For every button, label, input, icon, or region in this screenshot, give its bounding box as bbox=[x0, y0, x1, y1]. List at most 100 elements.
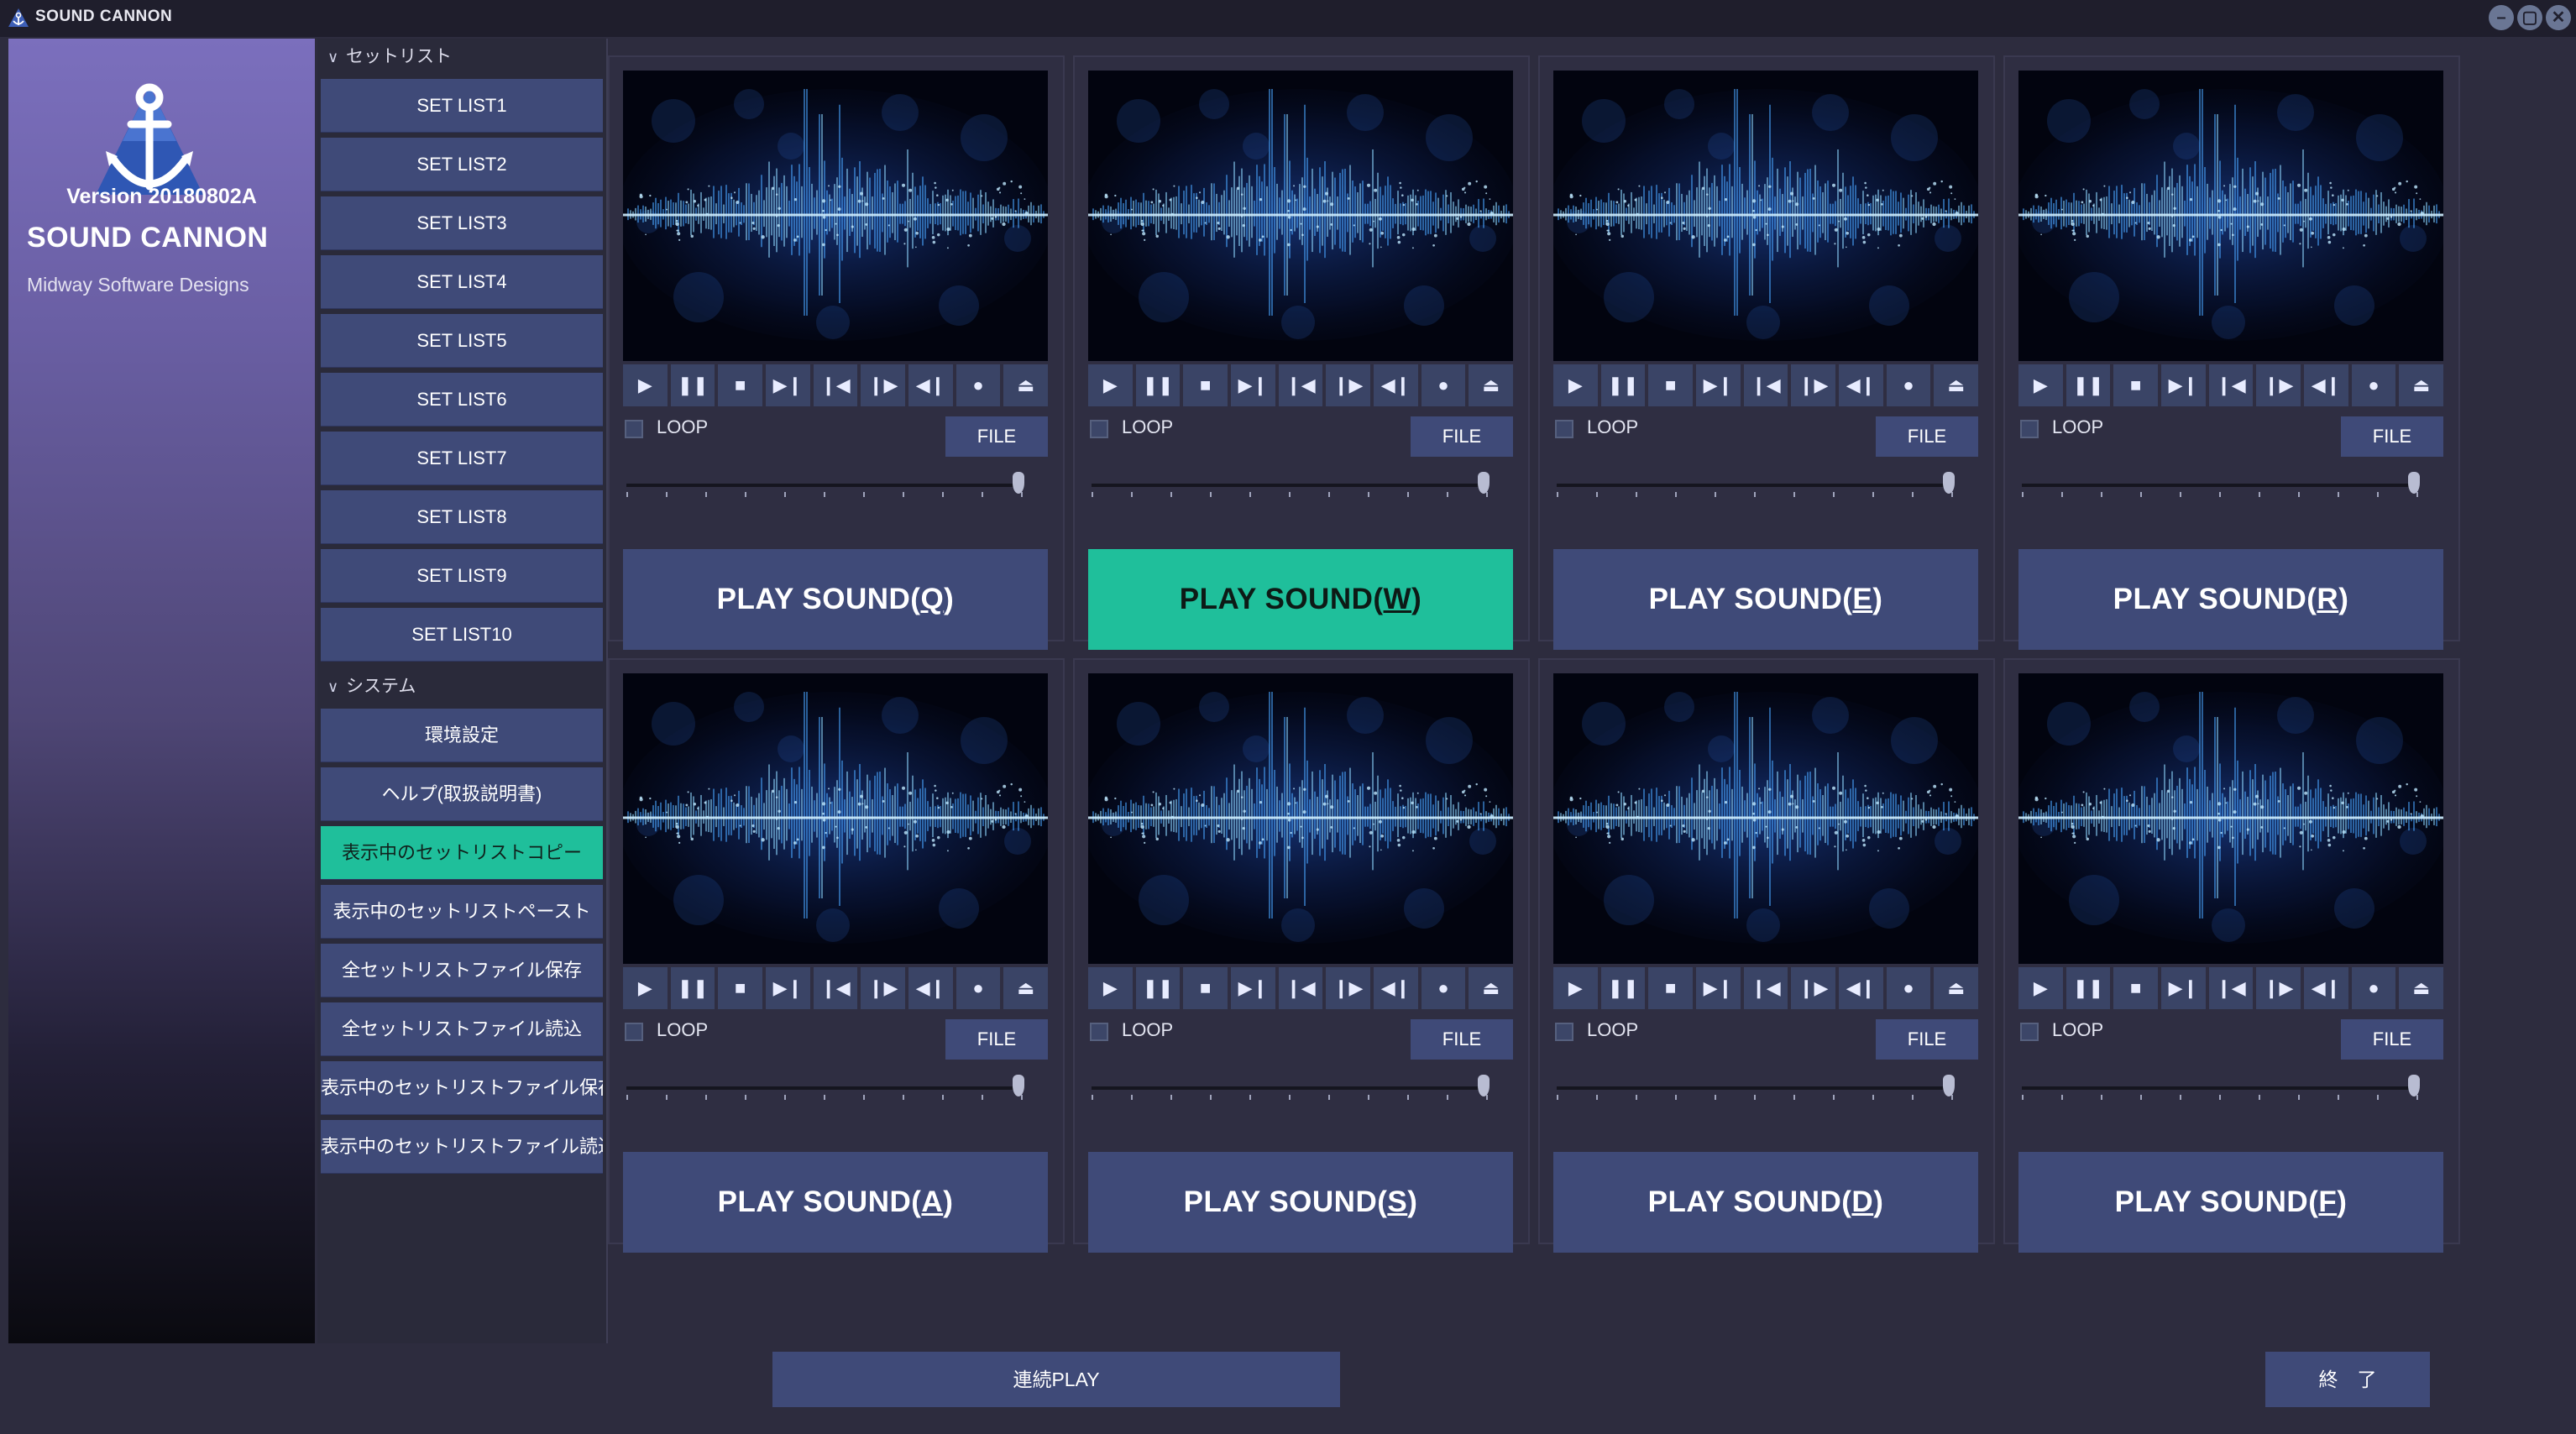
record-icon[interactable]: ● bbox=[1421, 967, 1466, 1009]
minimize-icon[interactable]: – bbox=[2489, 5, 2514, 30]
system-menu-item-2[interactable]: ヘルプ(取扱説明書) bbox=[321, 767, 603, 821]
step-forward-icon[interactable]: ▶❙ bbox=[2161, 364, 2206, 406]
maximize-icon[interactable]: ▢ bbox=[2517, 5, 2542, 30]
setlist-button-8[interactable]: SET LIST8 bbox=[321, 490, 603, 544]
eject-icon[interactable]: ⏏ bbox=[1469, 364, 1514, 406]
setlist-button-10[interactable]: SET LIST10 bbox=[321, 608, 603, 662]
volume-slider[interactable] bbox=[626, 484, 1023, 487]
record-icon[interactable]: ● bbox=[2351, 967, 2396, 1009]
play-sound-button-s[interactable]: PLAY SOUND(S) bbox=[1088, 1152, 1513, 1253]
play-icon[interactable]: ▶ bbox=[2018, 967, 2063, 1009]
eject-icon[interactable]: ⏏ bbox=[1003, 967, 1049, 1009]
setlist-button-6[interactable]: SET LIST6 bbox=[321, 373, 603, 427]
file-button[interactable]: FILE bbox=[1411, 1019, 1513, 1060]
record-icon[interactable]: ● bbox=[1886, 967, 1931, 1009]
rewind-icon[interactable]: ◀❙ bbox=[2304, 364, 2348, 406]
setlist-button-9[interactable]: SET LIST9 bbox=[321, 549, 603, 603]
play-icon[interactable]: ▶ bbox=[1088, 364, 1133, 406]
step-forward-icon[interactable]: ▶❙ bbox=[1231, 364, 1275, 406]
rewind-icon[interactable]: ◀❙ bbox=[1374, 967, 1418, 1009]
slider-thumb[interactable] bbox=[1478, 1075, 1490, 1096]
step-forward-icon[interactable]: ▶❙ bbox=[2161, 967, 2206, 1009]
system-menu-item-6[interactable]: 全セットリストファイル読込 bbox=[321, 1002, 603, 1056]
play-icon[interactable]: ▶ bbox=[1553, 364, 1598, 406]
file-button[interactable]: FILE bbox=[2341, 416, 2443, 457]
skip-back-icon[interactable]: ❙◀ bbox=[2208, 364, 2254, 406]
rewind-icon[interactable]: ◀❙ bbox=[1839, 364, 1883, 406]
file-button[interactable]: FILE bbox=[2341, 1019, 2443, 1060]
slider-thumb[interactable] bbox=[1943, 472, 1955, 494]
loop-checkbox[interactable] bbox=[1090, 1023, 1108, 1041]
loop-checkbox[interactable] bbox=[1555, 420, 1573, 438]
eject-icon[interactable]: ⏏ bbox=[2399, 967, 2444, 1009]
pause-icon[interactable]: ❚❚ bbox=[670, 364, 715, 406]
forward-icon[interactable]: ❙▶ bbox=[1326, 967, 1371, 1009]
setlist-button-4[interactable]: SET LIST4 bbox=[321, 255, 603, 309]
rewind-icon[interactable]: ◀❙ bbox=[908, 364, 953, 406]
pause-icon[interactable]: ❚❚ bbox=[1600, 967, 1646, 1009]
setlist-button-2[interactable]: SET LIST2 bbox=[321, 138, 603, 191]
slider-thumb[interactable] bbox=[1478, 472, 1490, 494]
forward-icon[interactable]: ❙▶ bbox=[2256, 967, 2301, 1009]
system-menu-item-4[interactable]: 表示中のセットリストペースト bbox=[321, 885, 603, 939]
stop-icon[interactable]: ■ bbox=[718, 364, 763, 406]
forward-icon[interactable]: ❙▶ bbox=[861, 364, 906, 406]
forward-icon[interactable]: ❙▶ bbox=[2256, 364, 2301, 406]
skip-back-icon[interactable]: ❙◀ bbox=[1278, 967, 1323, 1009]
play-sound-button-q[interactable]: PLAY SOUND(Q) bbox=[623, 549, 1048, 650]
close-icon[interactable]: ✕ bbox=[2546, 5, 2571, 30]
slider-thumb[interactable] bbox=[1013, 1075, 1024, 1096]
volume-slider[interactable] bbox=[626, 1086, 1023, 1090]
loop-checkbox[interactable] bbox=[2020, 1023, 2039, 1041]
play-icon[interactable]: ▶ bbox=[623, 364, 668, 406]
stop-icon[interactable]: ■ bbox=[1648, 364, 1694, 406]
pause-icon[interactable]: ❚❚ bbox=[2066, 967, 2111, 1009]
slider-thumb[interactable] bbox=[2408, 472, 2420, 494]
file-button[interactable]: FILE bbox=[1876, 1019, 1978, 1060]
rewind-icon[interactable]: ◀❙ bbox=[1374, 364, 1418, 406]
skip-back-icon[interactable]: ❙◀ bbox=[813, 967, 858, 1009]
file-button[interactable]: FILE bbox=[1876, 416, 1978, 457]
skip-back-icon[interactable]: ❙◀ bbox=[2208, 967, 2254, 1009]
setlist-button-5[interactable]: SET LIST5 bbox=[321, 314, 603, 368]
stop-icon[interactable]: ■ bbox=[2113, 967, 2159, 1009]
eject-icon[interactable]: ⏏ bbox=[1003, 364, 1049, 406]
setlist-section-header[interactable]: ∨ セットリスト bbox=[317, 39, 606, 76]
file-button[interactable]: FILE bbox=[945, 1019, 1048, 1060]
loop-checkbox[interactable] bbox=[625, 1023, 643, 1041]
play-sound-button-f[interactable]: PLAY SOUND(F) bbox=[2018, 1152, 2443, 1253]
volume-slider[interactable] bbox=[1092, 1086, 1488, 1090]
file-button[interactable]: FILE bbox=[945, 416, 1048, 457]
pause-icon[interactable]: ❚❚ bbox=[1135, 967, 1181, 1009]
play-sound-button-w[interactable]: PLAY SOUND(W) bbox=[1088, 549, 1513, 650]
system-menu-item-3[interactable]: 表示中のセットリストコピー bbox=[321, 826, 603, 880]
pause-icon[interactable]: ❚❚ bbox=[1135, 364, 1181, 406]
setlist-button-7[interactable]: SET LIST7 bbox=[321, 432, 603, 485]
skip-back-icon[interactable]: ❙◀ bbox=[813, 364, 858, 406]
forward-icon[interactable]: ❙▶ bbox=[861, 967, 906, 1009]
stop-icon[interactable]: ■ bbox=[1183, 967, 1228, 1009]
play-sound-button-e[interactable]: PLAY SOUND(E) bbox=[1553, 549, 1978, 650]
forward-icon[interactable]: ❙▶ bbox=[1791, 364, 1836, 406]
eject-icon[interactable]: ⏏ bbox=[1469, 967, 1514, 1009]
step-forward-icon[interactable]: ▶❙ bbox=[1696, 364, 1741, 406]
system-menu-item-1[interactable]: 環境設定 bbox=[321, 709, 603, 762]
system-menu-item-7[interactable]: 表示中のセットリストファイル保存 bbox=[321, 1061, 603, 1115]
loop-checkbox[interactable] bbox=[2020, 420, 2039, 438]
step-forward-icon[interactable]: ▶❙ bbox=[1696, 967, 1741, 1009]
setlist-button-3[interactable]: SET LIST3 bbox=[321, 196, 603, 250]
volume-slider[interactable] bbox=[2022, 1086, 2418, 1090]
volume-slider[interactable] bbox=[1557, 484, 1953, 487]
system-menu-item-5[interactable]: 全セットリストファイル保存 bbox=[321, 944, 603, 997]
eject-icon[interactable]: ⏏ bbox=[2399, 364, 2444, 406]
stop-icon[interactable]: ■ bbox=[718, 967, 763, 1009]
loop-checkbox[interactable] bbox=[1090, 420, 1108, 438]
volume-slider[interactable] bbox=[1557, 1086, 1953, 1090]
rewind-icon[interactable]: ◀❙ bbox=[2304, 967, 2348, 1009]
eject-icon[interactable]: ⏏ bbox=[1934, 364, 1979, 406]
pause-icon[interactable]: ❚❚ bbox=[2066, 364, 2111, 406]
system-section-header[interactable]: ∨ システム bbox=[317, 668, 606, 705]
play-sound-button-d[interactable]: PLAY SOUND(D) bbox=[1553, 1152, 1978, 1253]
skip-back-icon[interactable]: ❙◀ bbox=[1278, 364, 1323, 406]
play-sound-button-a[interactable]: PLAY SOUND(A) bbox=[623, 1152, 1048, 1253]
